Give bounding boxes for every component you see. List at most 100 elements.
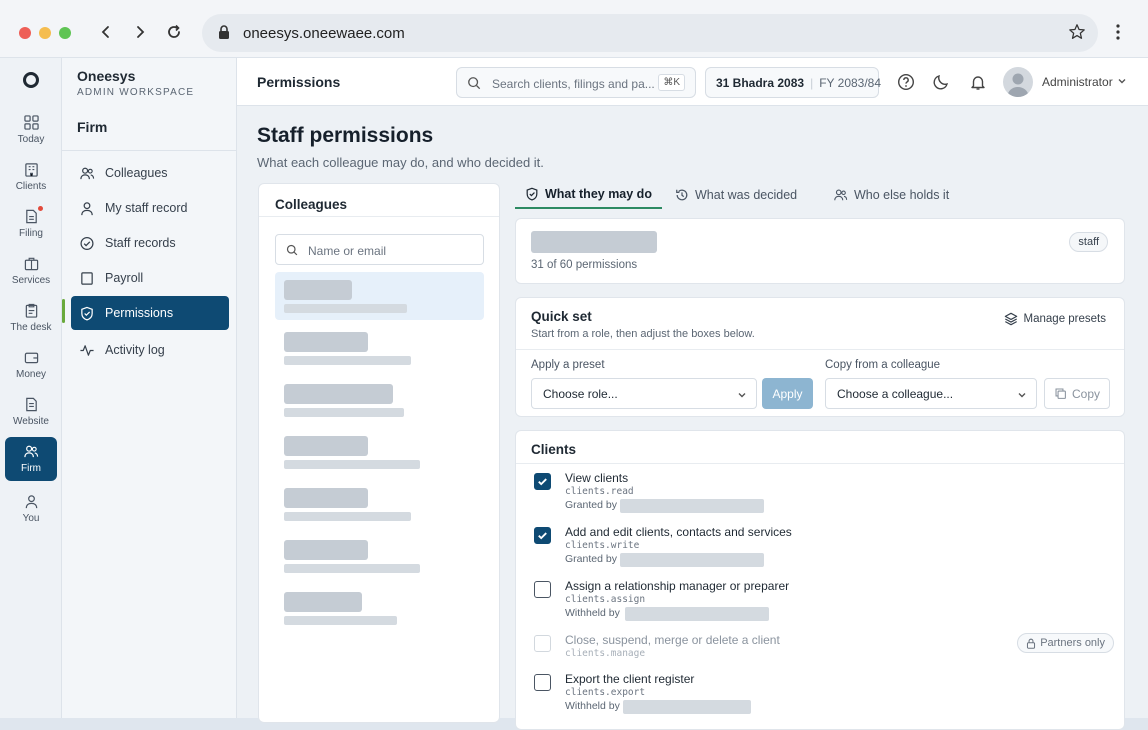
colleague-row[interactable] xyxy=(275,532,484,580)
tab-who-else-holds-it[interactable]: Who else holds it xyxy=(823,181,959,209)
permission-row: Assign a relationship manager or prepare… xyxy=(534,579,1114,627)
search-icon xyxy=(286,244,298,259)
bookmark-star-icon[interactable] xyxy=(1068,23,1086,44)
reload-icon[interactable] xyxy=(162,20,186,44)
sidebar-item-label: Payroll xyxy=(105,271,144,285)
chevron-down-icon xyxy=(737,389,747,403)
placeholder-decider xyxy=(620,553,764,567)
rail-item-services[interactable]: Services xyxy=(5,249,57,293)
people-icon xyxy=(24,445,39,458)
rail-label: Money xyxy=(15,369,46,380)
placeholder-name xyxy=(284,332,368,352)
placeholder-colleague-name xyxy=(531,231,657,253)
tab-label: What was decided xyxy=(695,188,798,202)
role-badge: staff xyxy=(1069,232,1108,252)
rail-item-money[interactable]: Money xyxy=(5,343,57,387)
app-logo[interactable] xyxy=(23,72,39,88)
colleague-search-input[interactable]: Name or email xyxy=(275,234,484,265)
copy-icon xyxy=(1055,388,1066,399)
permission-label: View clients xyxy=(565,471,629,485)
colleague-row[interactable] xyxy=(275,428,484,476)
notification-dot xyxy=(38,206,43,211)
sidebar-item-activity-log[interactable]: Activity log xyxy=(71,333,229,367)
page-subtitle: What each colleague may do, and who deci… xyxy=(257,155,544,170)
user-name[interactable]: Administrator xyxy=(1042,75,1113,89)
close-window-button[interactable] xyxy=(19,27,31,39)
minimize-window-button[interactable] xyxy=(39,27,51,39)
permission-checkbox[interactable] xyxy=(534,527,551,544)
browser-menu-icon[interactable] xyxy=(1108,20,1128,44)
permission-source: Withheld by xyxy=(565,607,620,619)
activity-icon xyxy=(80,344,94,356)
colleague-row[interactable] xyxy=(275,480,484,528)
back-icon[interactable] xyxy=(94,20,118,44)
placeholder-detail xyxy=(284,564,420,573)
brand-subtitle: ADMIN WORKSPACE xyxy=(77,87,195,98)
clients-permissions-card: Clients View clients clients.read Grante… xyxy=(515,430,1125,730)
moon-icon[interactable] xyxy=(931,72,951,92)
permission-count: 31 of 60 permissions xyxy=(531,259,638,271)
global-search-input[interactable]: Search clients, filings and pa... ⌘K xyxy=(456,67,696,98)
sidebar-item-permissions[interactable]: Permissions xyxy=(71,296,229,330)
chevron-down-icon[interactable] xyxy=(1117,75,1127,89)
date-indicator[interactable]: 31 Bhadra 2083 | FY 2083/84 xyxy=(705,67,881,98)
sidebar-item-staff-records[interactable]: Staff records xyxy=(71,226,229,260)
rail-label: Website xyxy=(13,416,49,427)
colleague-row[interactable] xyxy=(275,324,484,372)
rail-item-filing[interactable]: Filing xyxy=(5,202,57,246)
placeholder-decider xyxy=(620,499,764,513)
manage-presets-link[interactable]: Manage presets xyxy=(1004,312,1106,326)
colleague-select[interactable]: Choose a colleague... xyxy=(825,378,1037,409)
forward-icon[interactable] xyxy=(128,20,152,44)
preset-select[interactable]: Choose role... xyxy=(531,378,757,409)
tab-what-they-may-do[interactable]: What they may do xyxy=(515,181,662,209)
sidebar-item-my-staff-record[interactable]: My staff record xyxy=(71,191,229,225)
rail-item-website[interactable]: Website xyxy=(5,390,57,434)
preset-label: Apply a preset xyxy=(531,359,605,371)
rail-item-today[interactable]: Today xyxy=(5,108,57,152)
user-icon xyxy=(81,201,93,215)
help-icon[interactable] xyxy=(896,72,916,92)
permission-source: Withheld by xyxy=(565,700,620,712)
address-bar[interactable]: oneesys.oneewaee.com xyxy=(202,14,1098,52)
people-icon xyxy=(834,189,848,201)
maximize-window-button[interactable] xyxy=(59,27,71,39)
colleague-row[interactable] xyxy=(275,272,484,320)
apply-button[interactable]: Apply xyxy=(762,378,813,409)
permission-row: View clients clients.read Granted by xyxy=(534,471,1114,519)
rail-item-firm[interactable]: Firm xyxy=(5,437,57,481)
placeholder-decider xyxy=(623,700,751,714)
permission-source: Granted by xyxy=(565,553,617,565)
tab-label: Who else holds it xyxy=(854,188,950,202)
permission-label: Close, suspend, merge or delete a client xyxy=(565,633,780,647)
avatar[interactable] xyxy=(1003,67,1033,97)
section-title: Clients xyxy=(531,442,577,457)
colleague-row[interactable] xyxy=(275,584,484,632)
search-placeholder: Name or email xyxy=(308,244,387,258)
sidebar-item-label: Colleagues xyxy=(105,166,168,180)
permission-label: Add and edit clients, contacts and servi… xyxy=(565,525,792,539)
page-breadcrumb: Permissions xyxy=(257,74,341,90)
rail-item-clients[interactable]: Clients xyxy=(5,155,57,199)
badge-label: Partners only xyxy=(1040,637,1105,649)
copy-button[interactable]: Copy xyxy=(1044,378,1110,409)
rail-item-you[interactable]: You xyxy=(5,487,57,531)
sidebar-item-colleagues[interactable]: Colleagues xyxy=(71,156,229,190)
partners-only-badge: Partners only xyxy=(1017,633,1114,653)
browser-chrome: oneesys.oneewaee.com xyxy=(0,0,1148,58)
permission-checkbox[interactable] xyxy=(534,473,551,490)
history-icon xyxy=(676,189,688,201)
permission-label: Assign a relationship manager or prepare… xyxy=(565,579,790,593)
tab-what-was-decided[interactable]: What was decided xyxy=(665,181,807,209)
colleague-select-value: Choose a colleague... xyxy=(837,386,954,401)
placeholder-name xyxy=(284,384,393,404)
rail-item-the-desk[interactable]: The desk xyxy=(5,296,57,340)
permission-checkbox[interactable] xyxy=(534,581,551,598)
permission-source: Granted by xyxy=(565,499,617,511)
permission-checkbox[interactable] xyxy=(534,674,551,691)
firm-sidebar: Oneesys ADMIN WORKSPACE Firm Colleagues … xyxy=(62,58,237,718)
colleague-row[interactable] xyxy=(275,376,484,424)
layers-icon xyxy=(1004,312,1017,326)
sidebar-item-payroll[interactable]: Payroll xyxy=(71,261,229,295)
bell-icon[interactable] xyxy=(968,72,988,92)
